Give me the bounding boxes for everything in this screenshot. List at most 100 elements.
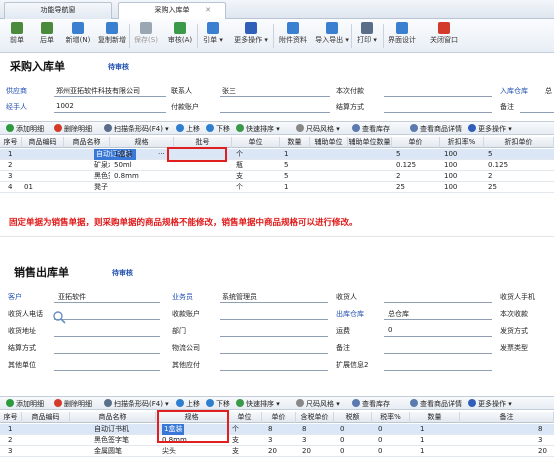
delete-detail-button[interactable]: 删除明细 [54, 123, 92, 135]
salesman-value[interactable]: 系统管理员 [222, 292, 257, 302]
grid-more-actions-button[interactable]: 更多操作 ▾ [468, 398, 512, 410]
column-header[interactable]: 规格 [110, 137, 174, 148]
table-cell-amount[interactable]: 8 [538, 424, 554, 435]
table-cell-aux[interactable] [314, 182, 348, 193]
warehouse-value[interactable]: 总 [545, 86, 552, 96]
table-cell-rate[interactable]: 0 [378, 446, 410, 457]
table-cell-no[interactable]: 3 [8, 446, 22, 457]
table-cell-disc[interactable]: 100 [444, 149, 484, 160]
table-cell-batch[interactable] [178, 171, 232, 182]
table-row[interactable]: 1 自动订书机 1盒装个 8 8 0 0 1 8 [0, 424, 554, 435]
column-header[interactable]: 序号 [0, 412, 22, 423]
size-style-button[interactable]: 尺码风格 ▾ [296, 123, 340, 135]
table-cell-disc[interactable]: 100 [444, 160, 484, 171]
table-cell-price[interactable]: 2 [396, 171, 440, 182]
table-cell-rate[interactable]: 0 [378, 435, 410, 446]
table-cell-unit[interactable]: 支 [232, 435, 262, 446]
next-button[interactable]: 后单 [34, 21, 60, 51]
table-cell-qty[interactable]: 1 [420, 446, 460, 457]
table-cell-dprice[interactable]: 5 [488, 149, 554, 160]
table-cell-no[interactable]: 1 [8, 424, 22, 435]
table-cell-price[interactable]: 0.125 [396, 160, 440, 171]
column-header[interactable]: 商品编码 [22, 412, 70, 423]
out-warehouse-value[interactable]: 总仓库 [388, 309, 409, 319]
column-header[interactable]: 数量 [410, 412, 460, 423]
view-stock-button[interactable]: 查看库存 [352, 123, 390, 135]
table-cell-qty[interactable]: 5 [284, 160, 310, 171]
table-cell-code[interactable] [24, 160, 64, 171]
table-cell-price[interactable]: 25 [396, 182, 440, 193]
column-header[interactable]: 序号 [0, 137, 22, 148]
table-cell-dprice[interactable]: 25 [488, 182, 554, 193]
table-cell-dprice[interactable]: 2 [488, 171, 554, 182]
prev-button[interactable]: 前单 [4, 21, 30, 51]
table-cell-name[interactable]: 矿泉水 [94, 160, 110, 171]
move-up-button[interactable]: 上移 [176, 123, 200, 135]
copy-new-button[interactable]: 复制新增 [96, 21, 128, 51]
column-header[interactable]: 辅助单位 [310, 137, 348, 148]
table-cell-amount[interactable]: 3 [538, 435, 554, 446]
table-cell-tax[interactable]: 0 [340, 446, 372, 457]
view-product-detail-button[interactable]: 查看商品详情 [410, 398, 462, 410]
table-cell-unit[interactable]: 个 [236, 149, 280, 160]
print-button[interactable]: 打印 ▾ [352, 21, 382, 51]
size-style-button[interactable]: 尺码风格 ▾ [296, 398, 340, 410]
column-header[interactable]: 税额 [334, 412, 372, 423]
table-cell-no[interactable]: 1 [8, 149, 22, 160]
table-cell-aux[interactable] [314, 160, 348, 171]
table-cell-disc[interactable]: 100 [444, 171, 484, 182]
table-cell-name[interactable]: 金属圆笔 [94, 446, 156, 457]
save-button[interactable]: 保存(S) [130, 21, 162, 51]
table-cell-disc[interactable]: 100 [444, 182, 484, 193]
column-header[interactable]: 商品名称 [64, 137, 110, 148]
table-cell-name[interactable]: 黑色签字笔 [94, 171, 110, 182]
table-cell-tax[interactable]: 0 [340, 435, 372, 446]
column-header[interactable]: 单价 [392, 137, 440, 148]
supplier-value[interactable]: 郑州亚拓软件科技有限公司 [56, 86, 140, 96]
move-down-button[interactable]: 下移 [206, 398, 230, 410]
table-cell-unit[interactable]: 支 [232, 446, 262, 457]
table-row[interactable]: 1 自动订书机 1盒装个 1 5 100 5 ··· [0, 149, 554, 160]
column-header[interactable]: 备注 [460, 412, 554, 423]
table-cell-unit[interactable]: 个 [232, 424, 262, 435]
table-cell-name[interactable]: 黑色签字笔 [94, 435, 156, 446]
reference-button[interactable]: 引单 ▾ [198, 21, 228, 51]
table-cell-price[interactable]: 3 [268, 435, 296, 446]
add-detail-button[interactable]: 添加明细 [6, 398, 44, 410]
handler-label[interactable]: 经手人 [6, 102, 27, 112]
table-cell-spec[interactable]: 尖头 [162, 446, 228, 457]
table-cell-code[interactable] [24, 171, 64, 182]
table-cell-rate[interactable]: 0 [378, 424, 410, 435]
freight-value[interactable]: 0 [388, 326, 392, 334]
table-cell-no[interactable]: 3 [8, 171, 22, 182]
table-cell-price[interactable]: 20 [268, 446, 296, 457]
column-header[interactable]: 单位 [232, 137, 280, 148]
table-cell-code[interactable] [24, 149, 64, 160]
table-cell-auxqty[interactable] [352, 171, 392, 182]
view-stock-button[interactable]: 查看库存 [352, 398, 390, 410]
out-warehouse-label[interactable]: 出库仓库 [336, 309, 364, 319]
contact-value[interactable]: 张三 [222, 86, 236, 96]
column-header[interactable]: 单位 [228, 412, 262, 423]
table-cell-code[interactable] [24, 446, 70, 457]
table-cell-aux[interactable] [314, 171, 348, 182]
table-cell-spec[interactable] [114, 182, 174, 193]
scan-barcode-button[interactable]: 扫描条形码(F4) ▾ [104, 398, 169, 410]
quick-sort-button[interactable]: 快速排序 ▾ [236, 398, 280, 410]
close-tab-icon[interactable]: ✕ [205, 3, 211, 18]
move-up-button[interactable]: 上移 [176, 398, 200, 410]
table-cell-tprice[interactable]: 3 [302, 435, 334, 446]
table-cell-name[interactable]: 凳子 [94, 182, 110, 193]
table-cell-qty[interactable]: 1 [284, 149, 310, 160]
table-row[interactable]: 4 01 凳子 个 1 25 100 25 [0, 182, 554, 193]
column-header[interactable]: 折扣单价 [484, 137, 554, 148]
scan-barcode-button[interactable]: 扫描条形码(F4) ▾ [104, 123, 169, 135]
supplier-label[interactable]: 供应商 [6, 86, 27, 96]
more-actions-button[interactable]: 更多操作 ▾ [230, 21, 272, 51]
table-cell-price[interactable]: 5 [396, 149, 440, 160]
move-down-button[interactable]: 下移 [206, 123, 230, 135]
import-export-button[interactable]: 导入导出 ▾ [314, 21, 350, 51]
table-cell-unit[interactable]: 个 [236, 182, 280, 193]
table-cell-qty[interactable]: 5 [284, 171, 310, 182]
table-cell-amount[interactable]: 20 [538, 446, 554, 457]
